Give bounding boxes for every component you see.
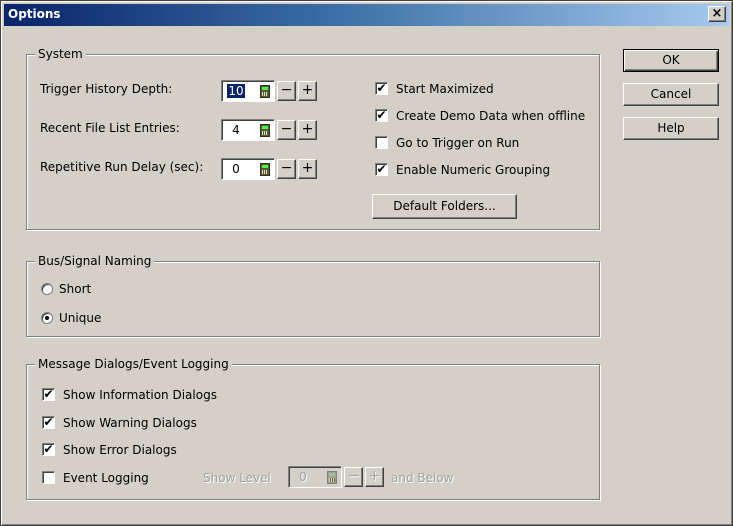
short-label: Short bbox=[59, 282, 92, 296]
go-to-trigger-on-run-checkbox[interactable] bbox=[375, 136, 388, 149]
repetitive-run-delay-increment[interactable]: + bbox=[298, 159, 317, 179]
message-dialogs-group: Message Dialogs/Event Logging ✔ Show Inf… bbox=[26, 357, 600, 500]
repetitive-run-delay-decrement[interactable]: − bbox=[277, 159, 296, 179]
recent-file-list-entries-label: Recent File List Entries: bbox=[40, 121, 180, 135]
message-dialogs-group-label: Message Dialogs/Event Logging bbox=[35, 357, 232, 371]
recent-file-list-entries-decrement[interactable]: − bbox=[277, 120, 296, 140]
cancel-button[interactable]: Cancel bbox=[623, 83, 719, 106]
default-folders-button[interactable]: Default Folders... bbox=[372, 194, 517, 219]
go-to-trigger-on-run-label: Go to Trigger on Run bbox=[396, 136, 520, 150]
short-radio[interactable] bbox=[41, 283, 53, 295]
system-group: System Trigger History Depth: 10 − + Rec… bbox=[26, 47, 600, 230]
and-below-label: and Below bbox=[391, 471, 454, 485]
trigger-history-depth-label: Trigger History Depth: bbox=[40, 82, 173, 96]
show-level-decrement: − bbox=[344, 467, 363, 487]
system-group-label: System bbox=[35, 47, 86, 61]
repetitive-run-delay-label: Repetitive Run Delay (sec): bbox=[40, 160, 204, 174]
options-dialog: Options × OK Cancel Help System Trigger … bbox=[0, 0, 733, 526]
radio-selected-dot bbox=[45, 316, 49, 320]
show-error-dialogs-checkbox[interactable]: ✔ bbox=[42, 443, 55, 456]
bus-signal-naming-group: Bus/Signal Naming Short Unique bbox=[26, 254, 600, 337]
ok-button[interactable]: OK bbox=[623, 49, 719, 72]
show-level-input: 0 bbox=[288, 466, 342, 488]
window-title: Options bbox=[8, 7, 61, 21]
enable-numeric-grouping-checkbox[interactable]: ✔ bbox=[375, 163, 388, 176]
help-button[interactable]: Help bbox=[623, 117, 719, 140]
unique-radio[interactable] bbox=[41, 312, 53, 324]
trigger-history-depth-input[interactable]: 10 bbox=[221, 80, 275, 102]
trigger-history-depth-increment[interactable]: + bbox=[298, 81, 317, 101]
trigger-history-depth-decrement[interactable]: − bbox=[277, 81, 296, 101]
event-logging-label: Event Logging bbox=[63, 471, 149, 485]
show-warning-dialogs-checkbox[interactable]: ✔ bbox=[42, 416, 55, 429]
recent-file-list-entries-input[interactable]: 4 bbox=[221, 119, 275, 141]
close-button[interactable]: × bbox=[708, 6, 726, 22]
show-level-label: Show Level bbox=[203, 471, 271, 485]
calculator-icon[interactable] bbox=[260, 124, 270, 137]
calculator-icon[interactable] bbox=[260, 85, 270, 98]
start-maximized-label: Start Maximized bbox=[396, 82, 494, 96]
show-warning-dialogs-label: Show Warning Dialogs bbox=[63, 416, 197, 430]
enable-numeric-grouping-label: Enable Numeric Grouping bbox=[396, 163, 551, 177]
show-information-dialogs-checkbox[interactable]: ✔ bbox=[42, 388, 55, 401]
recent-file-list-entries-increment[interactable]: + bbox=[298, 120, 317, 140]
title-bar[interactable]: Options × bbox=[4, 4, 729, 26]
start-maximized-checkbox[interactable]: ✔ bbox=[375, 82, 388, 95]
repetitive-run-delay-input[interactable]: 0 bbox=[221, 158, 275, 180]
show-information-dialogs-label: Show Information Dialogs bbox=[63, 388, 217, 402]
calculator-icon bbox=[327, 471, 337, 484]
event-logging-checkbox[interactable] bbox=[42, 471, 55, 484]
close-icon: × bbox=[711, 6, 723, 21]
trigger-history-depth-value: 10 bbox=[227, 84, 245, 98]
unique-label: Unique bbox=[59, 311, 102, 325]
create-demo-data-checkbox[interactable]: ✔ bbox=[375, 109, 388, 122]
show-error-dialogs-label: Show Error Dialogs bbox=[63, 443, 177, 457]
calculator-icon[interactable] bbox=[260, 163, 270, 176]
show-level-increment: + bbox=[365, 467, 384, 487]
create-demo-data-label: Create Demo Data when offline bbox=[396, 109, 586, 123]
bus-signal-naming-group-label: Bus/Signal Naming bbox=[35, 254, 155, 268]
